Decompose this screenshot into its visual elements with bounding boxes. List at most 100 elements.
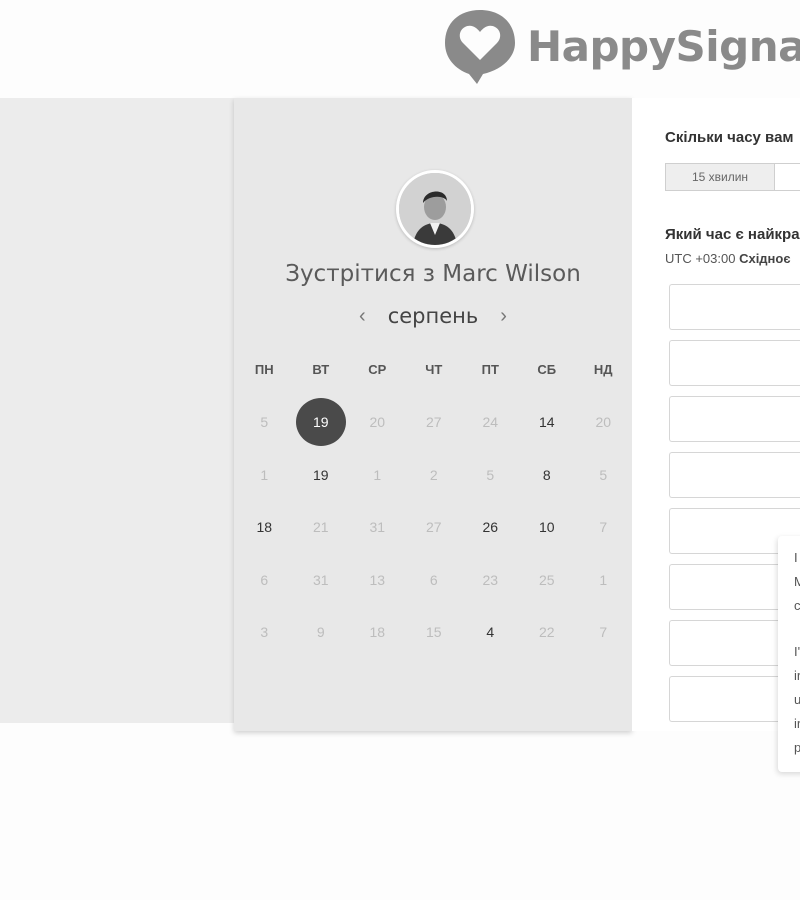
calendar-day: 7: [575, 501, 632, 554]
calendar-day[interactable]: 26: [462, 501, 519, 554]
calendar-day: 31: [293, 554, 350, 607]
timezone-name: Східноє: [739, 251, 791, 266]
day-number: 8: [542, 466, 551, 483]
calendar-day: 22: [519, 606, 576, 659]
day-number: 5: [260, 414, 269, 431]
timezone-offset: UTC +03:00: [665, 251, 736, 266]
calendar-day: 1: [236, 449, 293, 502]
day-number: 10: [538, 519, 555, 536]
chat-text-line: p: [794, 740, 800, 755]
day-number: 14: [538, 414, 555, 431]
calendar-week: 18 21 31 27 26 10 7: [236, 501, 632, 554]
calendar-day: 21: [293, 501, 350, 554]
calendar-day: 3: [236, 606, 293, 659]
calendar-day: 2: [406, 449, 463, 502]
duration-option-15[interactable]: 15 хвилин: [665, 163, 775, 191]
chat-text-line: I: [794, 550, 798, 565]
time-slot[interactable]: [669, 284, 800, 330]
calendar-day[interactable]: 4: [462, 606, 519, 659]
calendar-day[interactable]: 14: [519, 396, 576, 449]
time-slot[interactable]: [669, 340, 800, 386]
day-number: 1: [599, 571, 608, 588]
calendar-grid: 5 19 20 27 24 14 20 1 19 1 2 5 8 5 18 21 31 27 26 10 7 6 31 13 6…: [236, 396, 632, 659]
calendar-day: 24: [462, 396, 519, 449]
day-number: 13: [369, 571, 386, 588]
day-number: 31: [369, 519, 386, 536]
calendar-day: 1: [349, 449, 406, 502]
month-navigation: ‹ серпень ›: [234, 304, 632, 328]
day-number: 31: [312, 571, 329, 588]
chevron-right-icon[interactable]: ›: [496, 305, 511, 328]
calendar-day: 18: [349, 606, 406, 659]
chevron-left-icon[interactable]: ‹: [355, 305, 370, 328]
calendar-day[interactable]: 19: [293, 449, 350, 502]
calendar-day: 27: [406, 396, 463, 449]
brand-name: HappySignal: [527, 22, 800, 71]
day-number: 19: [312, 414, 329, 431]
weekday-label: ПН: [254, 362, 274, 377]
calendar-week: 5 19 20 27 24 14 20: [236, 396, 632, 449]
day-number: 5: [599, 466, 608, 483]
calendar-day: 9: [293, 606, 350, 659]
time-slot[interactable]: [669, 452, 800, 498]
day-number: 9: [316, 624, 325, 641]
calendar-day: 1: [575, 554, 632, 607]
calendar-day: 6: [406, 554, 463, 607]
calendar-day: 23: [462, 554, 519, 607]
day-number: 27: [425, 519, 442, 536]
calendar-week: 6 31 13 6 23 25 1: [236, 554, 632, 607]
day-number: 4: [486, 624, 495, 641]
day-number: 7: [599, 624, 608, 641]
host-photo: [399, 173, 471, 245]
duration-options: 15 хвилин: [665, 163, 800, 191]
calendar-day: 27: [406, 501, 463, 554]
day-number: 2: [429, 466, 438, 483]
chat-text-line: ir: [794, 668, 800, 683]
meeting-title: Зустрітися з Marc Wilson: [285, 261, 581, 287]
chat-text-line: c: [794, 598, 800, 613]
calendar-day: 5: [462, 449, 519, 502]
calendar-day: 5: [575, 449, 632, 502]
day-number: 5: [486, 466, 495, 483]
duration-question: Скільки часу вам: [665, 129, 794, 146]
day-number: 3: [260, 624, 269, 641]
calendar-day: 13: [349, 554, 406, 607]
selected-day[interactable]: 19: [293, 396, 350, 449]
weekday-header: ПН ВТ СР ЧТ ПТ СБ НД: [236, 362, 632, 377]
calendar-panel: Зустрітися з Marc Wilson ‹ серпень › ПН В…: [234, 98, 632, 731]
calendar-day: 6: [236, 554, 293, 607]
weekday-label: ВТ: [312, 362, 330, 377]
day-number: 20: [595, 414, 612, 431]
time-slot[interactable]: [669, 396, 800, 442]
day-number: 24: [482, 414, 499, 431]
page-background-band: [0, 98, 236, 723]
duration-option-2[interactable]: [775, 163, 800, 191]
chat-popup[interactable]: I Mc I' ir u ir p: [778, 536, 800, 772]
day-number: 15: [425, 624, 442, 641]
day-number: 21: [312, 519, 329, 536]
day-number: 6: [429, 571, 438, 588]
day-number: 23: [482, 571, 499, 588]
calendar-day[interactable]: 8: [519, 449, 576, 502]
chat-text-line: I': [794, 644, 800, 659]
day-number: 20: [369, 414, 386, 431]
calendar-day: 20: [575, 396, 632, 449]
calendar-day[interactable]: 18: [236, 501, 293, 554]
chat-text-line: ir: [794, 716, 800, 731]
calendar-day: 25: [519, 554, 576, 607]
day-number: 7: [599, 519, 608, 536]
day-number: 18: [369, 624, 386, 641]
day-number: 25: [538, 571, 555, 588]
weekday-label: СР: [368, 362, 387, 377]
day-number: 19: [312, 466, 329, 483]
calendar-day: 7: [575, 606, 632, 659]
weekday-label: НД: [593, 362, 613, 377]
calendar-week: 3 9 18 15 4 22 7: [236, 606, 632, 659]
calendar-week: 1 19 1 2 5 8 5: [236, 449, 632, 502]
calendar-day: 15: [406, 606, 463, 659]
calendar-day[interactable]: 10: [519, 501, 576, 554]
timezone-label[interactable]: UTC +03:00 Східноє: [665, 251, 791, 266]
calendar-day: 5: [236, 396, 293, 449]
month-label: серпень: [387, 304, 479, 328]
chat-text-line: M: [794, 574, 800, 589]
